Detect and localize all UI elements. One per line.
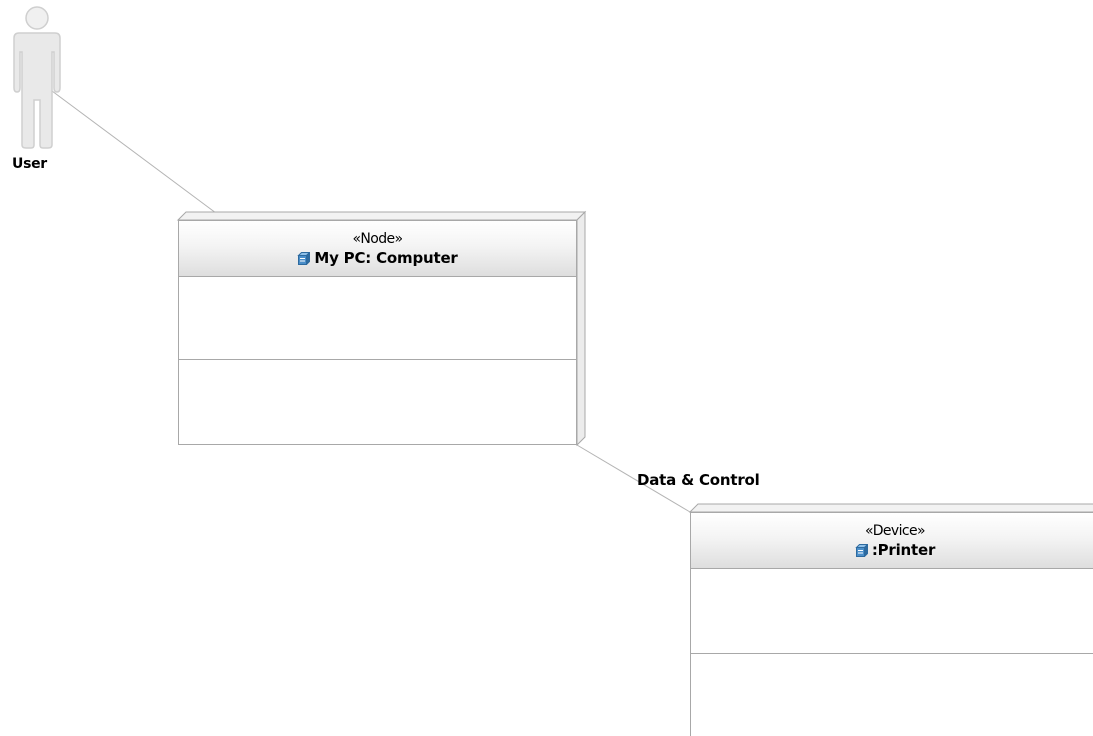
- deployment-diagram-canvas: User Data & Control «Node» My PC: Comput…: [0, 0, 1093, 736]
- node-attributes-compartment[interactable]: [691, 569, 1093, 654]
- connector-label: Data & Control: [637, 471, 760, 489]
- node-attributes-compartment[interactable]: [179, 277, 576, 360]
- node-name-row: My PC: Computer: [179, 249, 576, 269]
- node-name: :Printer: [871, 541, 936, 559]
- actor-label: User: [12, 156, 47, 172]
- association-user-computer[interactable]: [47, 87, 225, 220]
- node-cube-icon: [297, 251, 312, 269]
- node-my-pc-computer[interactable]: «Node» My PC: Computer: [178, 220, 577, 445]
- node-header: «Node» My PC: Computer: [179, 221, 576, 277]
- user-actor-icon[interactable]: [13, 6, 61, 149]
- node-printer-device[interactable]: «Device» :Printer: [690, 512, 1093, 736]
- node-header: «Device» :Printer: [691, 513, 1093, 569]
- node-name-row: :Printer: [691, 541, 1093, 561]
- node-name: My PC: Computer: [314, 249, 458, 267]
- node-cube-icon: [855, 543, 869, 561]
- node-stereotype: «Device»: [865, 523, 926, 539]
- node-printer-3d-faces: [688, 503, 1093, 513]
- node-stereotype: «Node»: [352, 231, 403, 247]
